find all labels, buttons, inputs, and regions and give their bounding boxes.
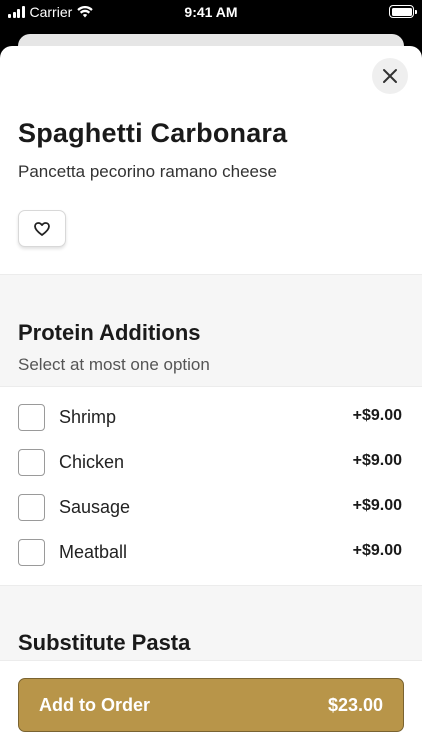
option-sausage[interactable]: Sausage +$9.00: [0, 485, 422, 530]
option-name: Sausage: [59, 497, 131, 517]
option-price: +$9.00: [352, 452, 402, 469]
heart-icon: [34, 221, 50, 236]
option-price: +$9.00: [352, 497, 402, 514]
option-name: Meatball: [59, 542, 128, 562]
status-bar: Carrier 9:41 AM: [0, 0, 422, 26]
option-meatball[interactable]: Meatball +$9.00: [0, 530, 422, 575]
close-icon: [383, 69, 397, 83]
favorite-button[interactable]: [18, 210, 66, 247]
battery-icon: [389, 5, 417, 18]
close-button[interactable]: [372, 58, 408, 94]
protein-additions-header: Protein Additions Select at most one opt…: [0, 274, 422, 387]
checkbox[interactable]: [18, 449, 45, 476]
option-price: +$9.00: [352, 542, 402, 559]
group-subtitle: Select at most one option: [18, 355, 210, 374]
status-time: 9:41 AM: [184, 4, 238, 20]
option-chicken[interactable]: Chicken +$9.00: [0, 440, 422, 485]
group-title: Protein Additions: [18, 320, 201, 345]
checkbox[interactable]: [18, 494, 45, 521]
order-total-price: $23.00: [327, 694, 383, 715]
checkbox[interactable]: [18, 404, 45, 431]
item-description: Pancetta pecorino ramano cheese: [18, 162, 277, 181]
checkbox[interactable]: [18, 539, 45, 566]
option-shrimp[interactable]: Shrimp +$9.00: [0, 395, 422, 440]
add-to-order-button[interactable]: Add to Order $23.00: [18, 678, 404, 732]
option-price: +$9.00: [352, 407, 402, 424]
option-name: Shrimp: [59, 407, 117, 427]
option-name: Chicken: [59, 452, 125, 472]
group-title: Substitute Pasta: [18, 630, 191, 655]
item-detail-sheet: Spaghetti Carbonara Pancetta pecorino ra…: [0, 46, 422, 750]
item-title: Spaghetti Carbonara: [18, 118, 288, 148]
add-to-order-label: Add to Order: [39, 694, 150, 715]
